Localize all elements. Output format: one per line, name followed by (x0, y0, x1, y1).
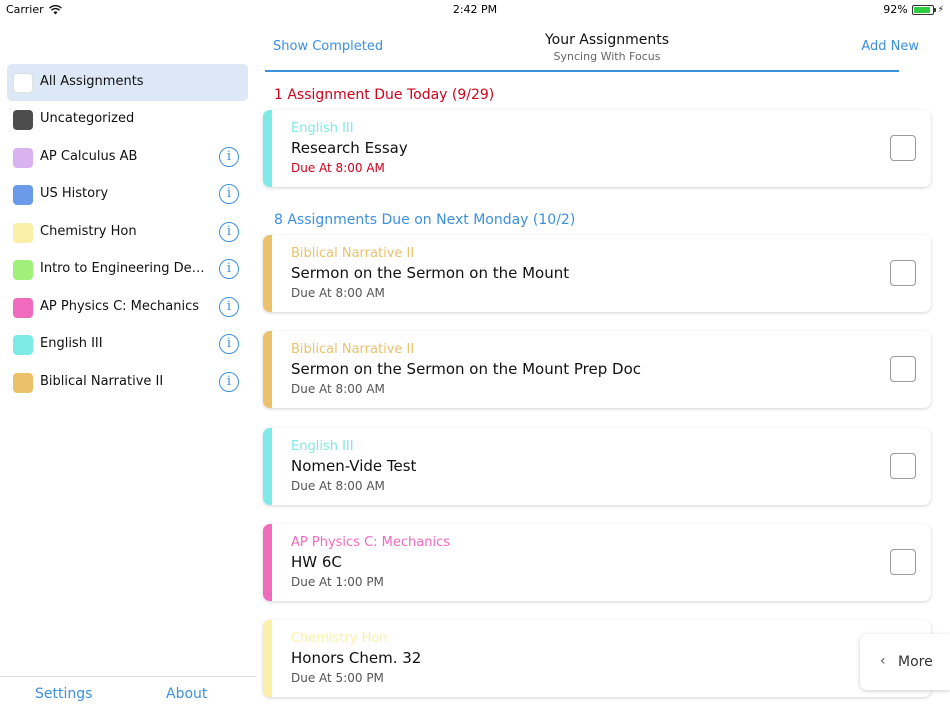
sidebar-item-label: AP Calculus AB (40, 149, 138, 164)
sidebar-item-label: Biblical Narrative II (40, 374, 164, 389)
assignment-card[interactable]: Biblical Narrative II Sermon on the Sermo… (263, 331, 931, 408)
assignment-card[interactable]: AP Physics C: Mechanics HW 6C Due At 1:00 … (263, 524, 931, 601)
sidebar-item-label: Uncategorized (40, 111, 135, 126)
sidebar-item-label: English III (40, 336, 103, 351)
sidebar-item-label: AP Physics C: Mechanics (40, 299, 200, 314)
complete-checkbox[interactable] (890, 135, 916, 161)
assignment-title: Sermon on the Sermon on the Mount (291, 264, 570, 282)
sidebar-item[interactable]: English III i (7, 326, 248, 363)
sidebar-item-label: Intro to Engineering Design… (40, 261, 210, 276)
info-icon[interactable]: i (219, 147, 239, 167)
color-swatch (13, 298, 33, 318)
complete-checkbox[interactable] (890, 356, 916, 382)
sidebar-item-label: US History (40, 186, 109, 201)
complete-checkbox[interactable] (890, 453, 916, 479)
assignment-course: English III (291, 121, 354, 136)
assignment-course: AP Physics C: Mechanics (291, 535, 451, 550)
assignment-due: Due At 8:00 AM (291, 479, 385, 493)
sidebar-item[interactable]: Biblical Narrative II i (7, 364, 248, 401)
color-swatch (13, 260, 33, 280)
status-time: 2:42 PM (452, 3, 498, 16)
section-heading-next-monday: 8 Assignments Due on Next Monday (10/2) (274, 212, 576, 228)
info-icon[interactable]: i (219, 334, 239, 354)
assignment-course: English III (291, 439, 354, 454)
sidebar-item[interactable]: AP Physics C: Mechanics i (7, 289, 248, 326)
sidebar-item[interactable]: All Assignments (7, 64, 248, 101)
main-header: Show Completed Your Assignments Syncing … (256, 20, 950, 72)
sidebar-item[interactable]: US History i (7, 176, 248, 213)
color-swatch (13, 373, 33, 393)
color-swatch (13, 73, 33, 93)
more-button[interactable]: ‹ More (860, 634, 950, 690)
assignment-card[interactable]: Chemistry Hon Honors Chem. 32 Due At 5:00 … (263, 620, 931, 697)
sidebar: All Assignments Uncategorized AP Calculus … (0, 20, 256, 712)
page-title: Your Assignments (544, 32, 670, 48)
complete-checkbox[interactable] (890, 549, 916, 575)
info-icon[interactable]: i (219, 372, 239, 392)
complete-checkbox[interactable] (890, 260, 916, 286)
assignment-due: Due At 1:00 PM (291, 575, 384, 589)
sidebar-item[interactable]: Intro to Engineering Design… i (7, 251, 248, 288)
assignment-course: Biblical Narrative II (291, 246, 415, 261)
color-swatch (13, 110, 33, 130)
course-color-bar (263, 331, 272, 408)
header-divider (265, 70, 899, 72)
sidebar-item-label: Chemistry Hon (40, 224, 137, 239)
info-icon[interactable]: i (219, 222, 239, 242)
assignment-card[interactable]: Biblical Narrative II Sermon on the Sermo… (263, 235, 931, 312)
color-swatch (13, 185, 33, 205)
sidebar-item[interactable]: Chemistry Hon i (7, 214, 248, 251)
battery-percent: 92% (883, 3, 908, 16)
add-new-button[interactable]: Add New (861, 39, 919, 54)
assignment-course: Chemistry Hon (291, 631, 388, 646)
more-label: More (898, 654, 933, 670)
info-icon[interactable]: i (219, 259, 239, 279)
course-color-bar (263, 620, 272, 697)
course-color-bar (263, 524, 272, 601)
assignment-card[interactable]: English III Nomen-Vide Test Due At 8:00 AM (263, 428, 931, 505)
color-swatch (13, 148, 33, 168)
color-swatch (13, 335, 33, 355)
assignment-title: Nomen-Vide Test (291, 457, 417, 475)
about-button[interactable]: About (166, 686, 207, 702)
settings-button[interactable]: Settings (35, 686, 92, 702)
chevron-left-icon: ‹ (880, 653, 886, 669)
sidebar-item[interactable]: Uncategorized (7, 101, 248, 138)
battery-icon (911, 4, 936, 15)
assignment-title: Sermon on the Sermon on the Mount Prep D… (291, 360, 642, 378)
course-color-bar (263, 428, 272, 505)
course-color-bar (263, 110, 272, 187)
assignment-course: Biblical Narrative II (291, 342, 415, 357)
assignment-card[interactable]: English III Research Essay Due At 8:00 AM (263, 110, 931, 187)
assignment-due: Due At 5:00 PM (291, 671, 384, 685)
charging-bolt-icon: ⚡ (937, 4, 944, 15)
sidebar-footer: Settings About (0, 676, 256, 712)
assignment-title: Honors Chem. 32 (291, 649, 422, 667)
assignment-due: Due At 8:00 AM (291, 161, 385, 175)
color-swatch (13, 223, 33, 243)
section-heading-today: 1 Assignment Due Today (9/29) (274, 87, 495, 103)
assignment-title: HW 6C (291, 553, 342, 571)
assignment-due: Due At 8:00 AM (291, 382, 385, 396)
sidebar-item[interactable]: AP Calculus AB i (7, 139, 248, 176)
info-icon[interactable]: i (219, 184, 239, 204)
status-bar: Carrier 2:42 PM 92% ⚡ (0, 0, 950, 20)
info-icon[interactable]: i (219, 297, 239, 317)
battery-fill (913, 6, 931, 13)
sidebar-item-label: All Assignments (40, 74, 144, 89)
course-color-bar (263, 235, 272, 312)
assignment-title: Research Essay (291, 139, 408, 157)
page-subtitle: Syncing With Focus (553, 50, 661, 63)
battery-group: 92% ⚡ (883, 3, 944, 16)
assignment-due: Due At 8:00 AM (291, 286, 385, 300)
